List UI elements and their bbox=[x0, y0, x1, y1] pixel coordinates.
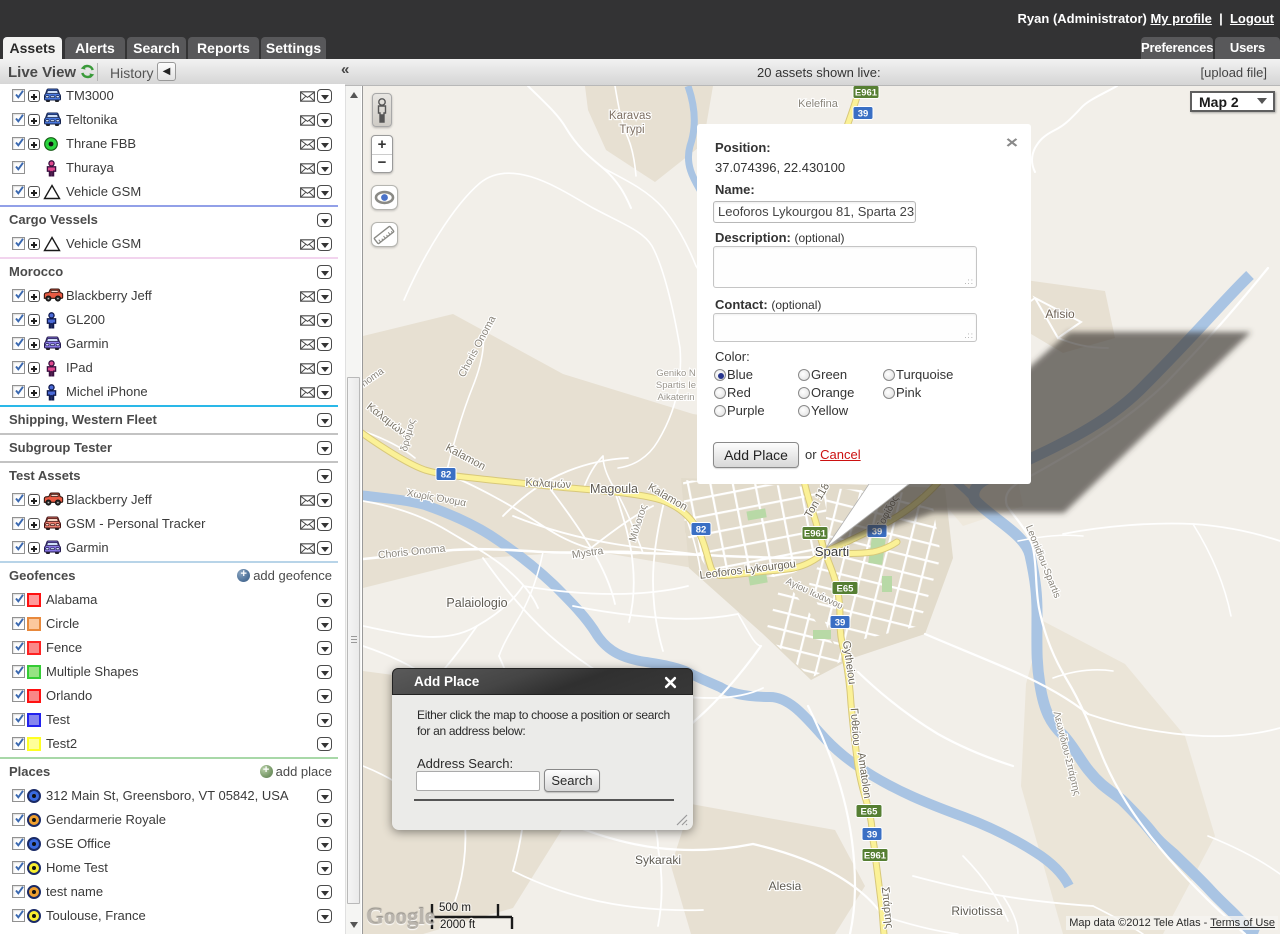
svg-text:Riviotissa: Riviotissa bbox=[951, 904, 1003, 918]
svg-text:Karavas: Karavas bbox=[609, 110, 651, 122]
svg-text:39: 39 bbox=[867, 830, 878, 841]
svg-text:Aikaterin: Aikaterin bbox=[658, 392, 695, 403]
svg-text:39: 39 bbox=[858, 109, 869, 120]
svg-text:E961: E961 bbox=[855, 88, 878, 99]
svg-text:E65: E65 bbox=[861, 807, 879, 818]
svg-text:Spartis Ie: Spartis Ie bbox=[656, 380, 696, 391]
svg-text:Trypi: Trypi bbox=[619, 124, 644, 136]
svg-text:E961: E961 bbox=[864, 851, 887, 862]
svg-text:82: 82 bbox=[696, 525, 707, 536]
svg-text:82: 82 bbox=[441, 470, 452, 481]
svg-text:39: 39 bbox=[835, 618, 846, 629]
svg-text:Sykaraki: Sykaraki bbox=[635, 853, 681, 867]
svg-text:Palaiologio: Palaiologio bbox=[446, 596, 507, 610]
svg-text:Γυθείου: Γυθείου bbox=[848, 708, 863, 746]
svg-text:Καλαμών: Καλαμών bbox=[525, 477, 572, 491]
svg-text:E961: E961 bbox=[804, 529, 827, 540]
svg-text:Alesia: Alesia bbox=[769, 879, 802, 893]
svg-text:E65: E65 bbox=[837, 584, 855, 595]
svg-text:Afisio: Afisio bbox=[1045, 307, 1075, 321]
svg-text:Sparti: Sparti bbox=[815, 544, 850, 559]
svg-text:Geniko N: Geniko N bbox=[656, 368, 696, 379]
svg-text:Magoula: Magoula bbox=[590, 482, 638, 496]
svg-text:Kelefina: Kelefina bbox=[798, 98, 839, 110]
svg-text:2000 ft: 2000 ft bbox=[440, 919, 476, 931]
svg-text:500 m: 500 m bbox=[439, 902, 471, 914]
